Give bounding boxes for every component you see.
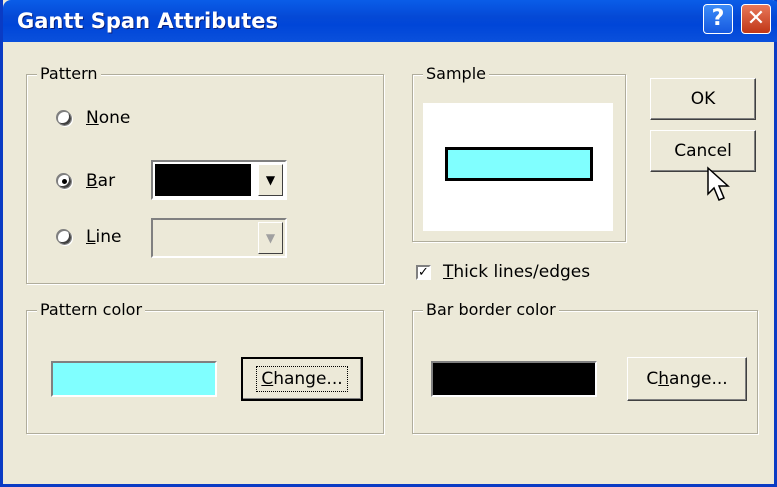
sample-group: Sample — [412, 64, 626, 242]
bar-border-color-legend: Bar border color — [423, 300, 559, 319]
radio-none[interactable]: None — [57, 108, 130, 128]
thick-lines-label: Thick lines/edges — [443, 262, 591, 282]
bar-pattern-swatch — [155, 164, 251, 196]
sample-bar — [445, 147, 593, 181]
sample-legend: Sample — [423, 64, 489, 83]
thick-lines-checkbox-row[interactable]: ✓ Thick lines/edges — [416, 262, 590, 282]
radio-line-circle[interactable] — [57, 229, 72, 245]
dropdown-arrow-icon[interactable]: ▼ — [258, 164, 283, 196]
sample-preview — [423, 103, 613, 231]
bar-pattern-dropdown[interactable]: ▼ — [151, 160, 287, 200]
pattern-color-swatch — [51, 361, 217, 397]
help-button[interactable]: ? — [703, 4, 733, 34]
pattern-color-group: Pattern color Change... — [26, 300, 384, 434]
ok-button[interactable]: OK — [650, 78, 756, 120]
bar-border-color-change-button[interactable]: Change... — [627, 357, 747, 401]
radio-none-circle[interactable] — [57, 110, 72, 126]
close-button[interactable]: ✕ — [741, 4, 771, 34]
bar-border-color-change-label: Change... — [646, 369, 728, 389]
window-title: Gantt Span Attributes — [17, 9, 278, 33]
cancel-button[interactable]: Cancel — [650, 130, 756, 172]
radio-bar[interactable]: Bar — [57, 171, 115, 191]
radio-bar-circle[interactable] — [57, 173, 72, 189]
bar-border-color-swatch — [431, 361, 597, 397]
pattern-color-change-label: Change... — [256, 366, 348, 392]
dialog-window: Gantt Span Attributes ? ✕ Pattern None B… — [0, 0, 777, 487]
thick-lines-checkbox[interactable]: ✓ — [416, 264, 431, 280]
radio-line-label: Line — [86, 227, 122, 247]
pattern-legend: Pattern — [37, 64, 101, 83]
dropdown-arrow-icon[interactable]: ▼ — [258, 222, 283, 254]
radio-line[interactable]: Line — [57, 227, 121, 247]
pattern-color-change-button[interactable]: Change... — [241, 357, 363, 401]
dialog-body: Pattern None Bar Line ▼ ▼ Sample OK Canc… — [6, 42, 777, 484]
pattern-color-legend: Pattern color — [37, 300, 146, 319]
bar-border-color-group: Bar border color Change... — [412, 300, 758, 434]
mouse-cursor-icon — [707, 166, 730, 201]
line-pattern-dropdown[interactable]: ▼ — [151, 218, 287, 258]
title-bar[interactable]: Gantt Span Attributes ? ✕ — [3, 0, 777, 42]
radio-none-label: None — [86, 108, 131, 128]
pattern-group: Pattern None Bar Line ▼ ▼ — [26, 64, 384, 284]
radio-bar-label: Bar — [86, 171, 116, 191]
